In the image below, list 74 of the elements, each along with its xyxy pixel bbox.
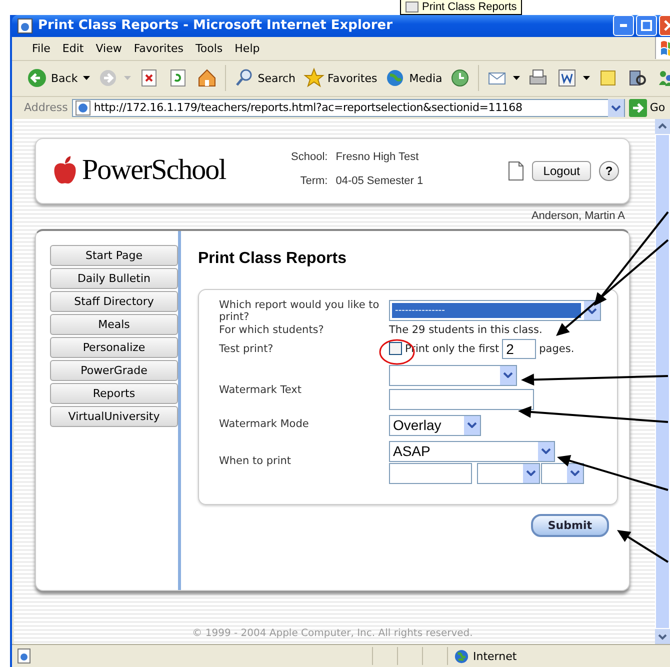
term-name: 04-05 Semester 1 — [336, 174, 424, 187]
page-icon — [16, 648, 32, 664]
maximize-icon — [641, 20, 652, 32]
menu-item[interactable]: File — [26, 40, 56, 57]
help-button[interactable]: ? — [599, 160, 619, 181]
star-icon — [302, 67, 325, 90]
watermark-text-label: Watermark Text — [219, 382, 302, 396]
globe-icon — [454, 648, 469, 664]
school-name: Fresno High Test — [336, 150, 420, 163]
report-label: Which report would you like to print? — [219, 298, 380, 323]
page-icon — [74, 100, 91, 116]
menu-item[interactable]: Edit — [56, 40, 90, 57]
menu-item[interactable]: Help — [228, 40, 266, 57]
pages-text: pages. — [539, 342, 574, 355]
document-icon — [556, 67, 578, 90]
scrollbar[interactable] — [655, 118, 670, 644]
school-label: School: — [291, 150, 328, 163]
nav-button[interactable]: VirtualUniversity — [50, 406, 178, 428]
watermark-text-field[interactable] — [389, 388, 534, 410]
nav-button[interactable]: Reports — [50, 382, 178, 404]
address-label: Address — [24, 101, 68, 114]
annotation-arrow — [617, 530, 669, 563]
zone-text: Internet — [473, 650, 517, 663]
caret-icon — [583, 76, 590, 80]
term-label: Term: — [299, 174, 328, 187]
nav-button[interactable]: Personalize — [50, 336, 178, 358]
nav-button[interactable]: Daily Bulletin — [50, 268, 178, 290]
user-name: Anderson, Martin A — [530, 208, 626, 224]
students-text: The 29 students in this class. — [389, 324, 544, 336]
logo-text: PowerSchool — [82, 154, 226, 188]
nav-button[interactable]: Start Page — [50, 244, 178, 266]
minimize-icon — [620, 24, 627, 28]
date-field[interactable] — [389, 462, 472, 484]
scroll-down-icon[interactable] — [655, 629, 670, 644]
test-print-label: Test print? — [219, 342, 274, 355]
menu-item[interactable]: View — [90, 40, 128, 57]
back-button[interactable]: Back — [24, 65, 92, 92]
watermark-select[interactable] — [389, 364, 517, 386]
submit-button[interactable]: Submit — [530, 514, 609, 537]
pages-field[interactable]: 2 — [502, 338, 536, 359]
nav-button[interactable]: PowerGrade — [50, 360, 178, 382]
test-print-checkbox[interactable] — [389, 342, 402, 356]
home-icon — [196, 67, 218, 90]
caret-icon — [82, 76, 90, 80]
page-title: Print Class Reports — [198, 250, 348, 269]
window-title: Print Class Reports - Microsoft Internet Explorer — [38, 18, 392, 34]
caret-icon — [124, 76, 131, 80]
report-select[interactable]: --------------- — [389, 300, 601, 322]
menu-item[interactable]: Tools — [190, 40, 229, 57]
nav-button[interactable]: Meals — [50, 314, 178, 336]
search-button[interactable]: Search — [230, 65, 298, 92]
go-button[interactable]: Go — [628, 98, 666, 117]
students-label: For which students? — [219, 324, 325, 336]
copyright-text: © 1999 - 2004 Apple Computer, Inc. All rights reserved. — [191, 628, 474, 639]
nav-button[interactable]: Staff Directory — [50, 290, 178, 312]
watermark-mode-select[interactable]: Overlay — [389, 414, 481, 436]
menu-item[interactable]: Favorites — [128, 40, 190, 57]
tooltip: Print Class Reports — [400, 0, 522, 15]
watermark-mode-label: Watermark Mode — [219, 418, 310, 430]
when-to-print-select[interactable]: ASAP — [389, 440, 555, 462]
document-icon[interactable] — [508, 160, 524, 181]
address-field[interactable]: http://172.16.1.179/teachers/reports.html?ac=reportselection&sectionid=11168 — [72, 98, 625, 117]
logout-button[interactable]: Logout — [532, 160, 591, 181]
when-to-print-label: When to print — [219, 455, 292, 468]
favorites-button[interactable]: Favorites — [300, 65, 380, 92]
clock-icon — [449, 67, 472, 90]
page-icon — [405, 1, 419, 13]
scroll-up-icon[interactable] — [655, 118, 670, 134]
caret-icon — [513, 76, 520, 80]
maximize-button[interactable] — [636, 15, 657, 36]
minute-select[interactable] — [541, 462, 584, 484]
minimize-button[interactable] — [613, 15, 634, 36]
browser-icon — [17, 18, 33, 34]
media-button[interactable]: Media — [382, 65, 444, 92]
